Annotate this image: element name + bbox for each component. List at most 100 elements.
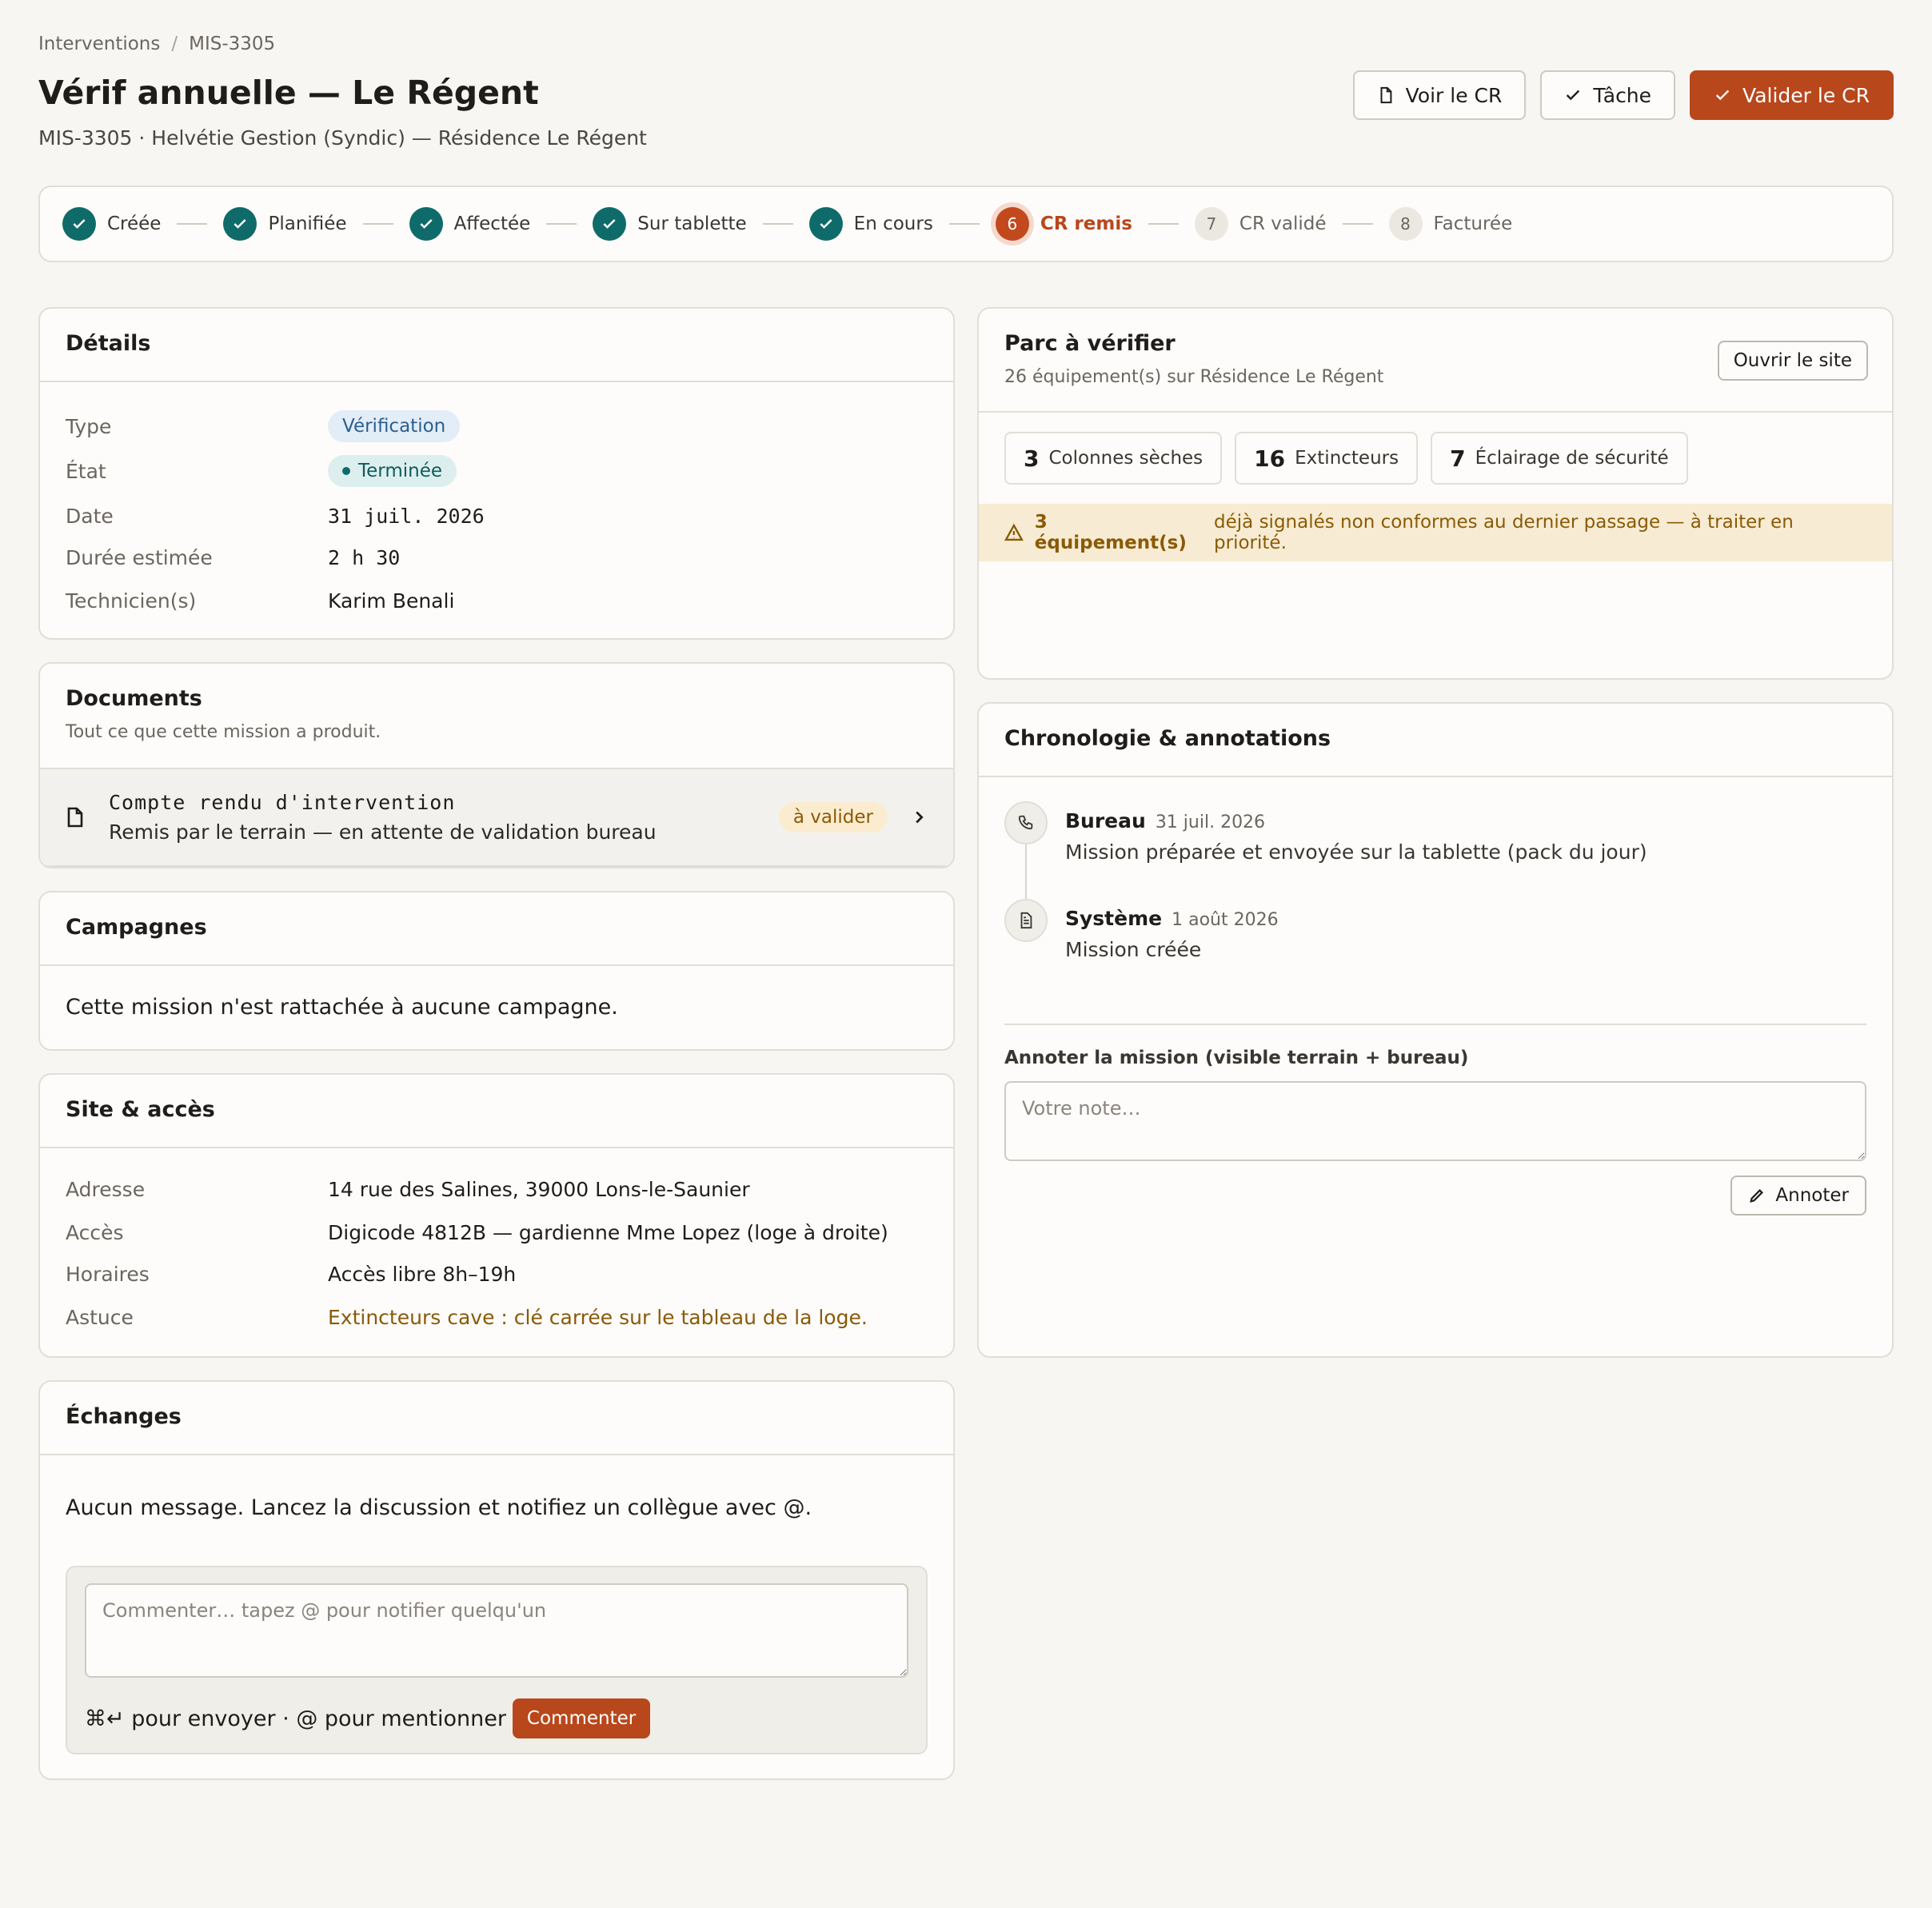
stat-emergency-lighting[interactable]: 7 Éclairage de sécurité: [1431, 432, 1688, 485]
stat-extinguishers[interactable]: 16 Extincteurs: [1235, 432, 1419, 485]
detail-tech-value: Karim Benali: [328, 589, 455, 613]
warning-strong: 3 équipement(s): [1034, 512, 1187, 553]
exchanges-card: Échanges Aucun message. Lancez la discus…: [38, 1380, 955, 1780]
campaigns-empty-text: Cette mission n'est rattachée à aucune c…: [66, 995, 618, 1020]
step-on-tablet: Sur tablette: [593, 207, 747, 241]
stat-count: 3: [1024, 445, 1040, 472]
comment-composer: ⌘↵ pour envoyer · @ pour mentionner Comm…: [66, 1566, 928, 1754]
site-access-card: Site & accès Adresse 14 rue des Salines,…: [38, 1073, 955, 1358]
step-connector: [1148, 223, 1179, 225]
timeline-card: Chronologie & annotations Bureau 31 juil.…: [977, 702, 1894, 1358]
campaigns-title: Campagnes: [66, 915, 207, 940]
detail-type-row: Type Vérification: [66, 408, 928, 445]
site-tip-row: Astuce Extincteurs cave : clé carrée sur…: [66, 1302, 928, 1332]
step-label: Planifiée: [268, 214, 347, 234]
validate-cr-button[interactable]: Valider le CR: [1690, 70, 1894, 120]
comment-input[interactable]: [85, 1583, 908, 1678]
timeline-item: Bureau 31 juil. 2026 Mission préparée et …: [1004, 801, 1866, 864]
step-in-progress: En cours: [808, 207, 933, 241]
step-label: Affectée: [453, 214, 531, 234]
document-icon: [1380, 86, 1392, 104]
step-created: Créée: [62, 207, 161, 241]
breadcrumb-separator: /: [171, 34, 178, 54]
detail-state-row: État Terminée: [66, 453, 928, 489]
site-access-value: Digicode 4812B — gardienne Mme Lopez (lo…: [328, 1220, 888, 1244]
detail-date-value: 31 juil. 2026: [328, 504, 485, 528]
step-planned: Planifiée: [223, 207, 347, 241]
stat-label: Extincteurs: [1295, 448, 1399, 469]
task-label: Tâche: [1593, 83, 1652, 107]
step-cr-validated: 7 CR validé: [1194, 207, 1327, 241]
status-stepper: Créée Planifiée Affectée Sur tablette En…: [38, 186, 1894, 262]
step-connector: [177, 223, 208, 225]
detail-tech-row: Technicien(s) Karim Benali: [66, 582, 928, 619]
step-label: CR remis: [1040, 214, 1132, 234]
page-subtitle: MIS-3305 · Helvétie Gestion (Syndic) — R…: [38, 126, 647, 150]
warning-icon: [1004, 523, 1024, 541]
site-hours-value: Accès libre 8h–19h: [328, 1262, 517, 1286]
document-title: Compte rendu d'intervention: [109, 791, 456, 814]
step-number: 6: [995, 207, 1029, 241]
type-badge: Vérification: [328, 410, 461, 442]
open-site-button[interactable]: Ouvrir le site: [1717, 341, 1868, 381]
page-title: Vérif annuelle — Le Régent: [38, 74, 539, 112]
annotate-button[interactable]: Annoter: [1730, 1176, 1866, 1215]
annotate-label: Annoter la mission (visible terrain + bu…: [1004, 1048, 1469, 1068]
detail-label: Durée estimée: [66, 545, 213, 569]
site-address-value: 14 rue des Salines, 39000 Lons-le-Saunie…: [328, 1177, 750, 1201]
comment-button[interactable]: Commenter: [512, 1698, 651, 1738]
phone-icon: [1004, 801, 1048, 844]
annotate-button-label: Annoter: [1775, 1185, 1849, 1206]
timeline-author: Système: [1065, 907, 1163, 930]
view-cr-label: Voir le CR: [1405, 83, 1503, 107]
timeline-text: Mission créée: [1065, 938, 1202, 961]
detail-date-row: Date 31 juil. 2026: [66, 497, 928, 534]
parc-card: Parc à vérifier 26 équipement(s) sur Rés…: [977, 307, 1894, 680]
step-connector: [546, 223, 577, 225]
details-card: Détails Type Vérification État Terminée …: [38, 307, 955, 640]
status-badge: Terminée: [328, 455, 457, 487]
validate-cr-label: Valider le CR: [1742, 83, 1870, 107]
check-icon: [62, 207, 96, 241]
check-icon: [1715, 90, 1730, 101]
detail-label: Date: [66, 504, 114, 528]
campaigns-card: Campagnes Cette mission n'est rattachée …: [38, 891, 955, 1051]
step-label: CR validé: [1239, 214, 1327, 234]
comment-hint: ⌘↵ pour envoyer · @ pour mentionner: [85, 1706, 506, 1731]
documents-title: Documents: [66, 686, 202, 711]
pending-validation-badge: à valider: [778, 802, 888, 832]
check-icon: [223, 207, 257, 241]
exchanges-empty-text: Aucun message. Lancez la discussion et n…: [66, 1495, 812, 1520]
step-number: 7: [1194, 207, 1228, 241]
timeline-text: Mission préparée et envoyée sur la table…: [1065, 840, 1647, 864]
stat-dry-columns[interactable]: 3 Colonnes sèches: [1004, 432, 1223, 485]
check-icon: [1567, 90, 1580, 101]
stat-count: 7: [1450, 445, 1466, 472]
step-label: En cours: [853, 214, 933, 234]
breadcrumb: Interventions / MIS-3305: [38, 34, 275, 54]
detail-duration-row: Durée estimée 2 h 30: [66, 539, 928, 576]
step-number: 8: [1388, 207, 1423, 241]
warning-text: déjà signalés non conformes au dernier p…: [1214, 512, 1794, 553]
step-connector: [362, 223, 393, 225]
document-icon: [1004, 899, 1048, 942]
timeline-date: 31 juil. 2026: [1155, 812, 1266, 832]
detail-label: Type: [66, 414, 112, 438]
document-row-cr[interactable]: Compte rendu d'intervention Remis par le…: [40, 768, 953, 867]
site-address-row: Adresse 14 rue des Salines, 39000 Lons-l…: [66, 1174, 928, 1204]
site-tip-value: Extincteurs cave : clé carrée sur le tab…: [328, 1305, 868, 1329]
details-title: Détails: [66, 331, 151, 356]
timeline-item: Système 1 août 2026 Mission créée: [1004, 899, 1866, 961]
step-connector: [762, 223, 793, 225]
divider: [1004, 1024, 1866, 1025]
step-assigned: Affectée: [409, 207, 531, 241]
site-label: Horaires: [66, 1262, 150, 1286]
timeline-author: Bureau: [1065, 809, 1146, 832]
breadcrumb-root[interactable]: Interventions: [38, 34, 160, 54]
documents-subtitle: Tout ce que cette mission a produit.: [66, 722, 381, 742]
task-button[interactable]: Tâche: [1540, 70, 1676, 120]
header-actions: Voir le CR Tâche Valider le CR: [1352, 70, 1894, 120]
detail-label: État: [66, 459, 106, 483]
annotate-input[interactable]: [1004, 1081, 1866, 1161]
view-cr-button[interactable]: Voir le CR: [1352, 70, 1527, 120]
